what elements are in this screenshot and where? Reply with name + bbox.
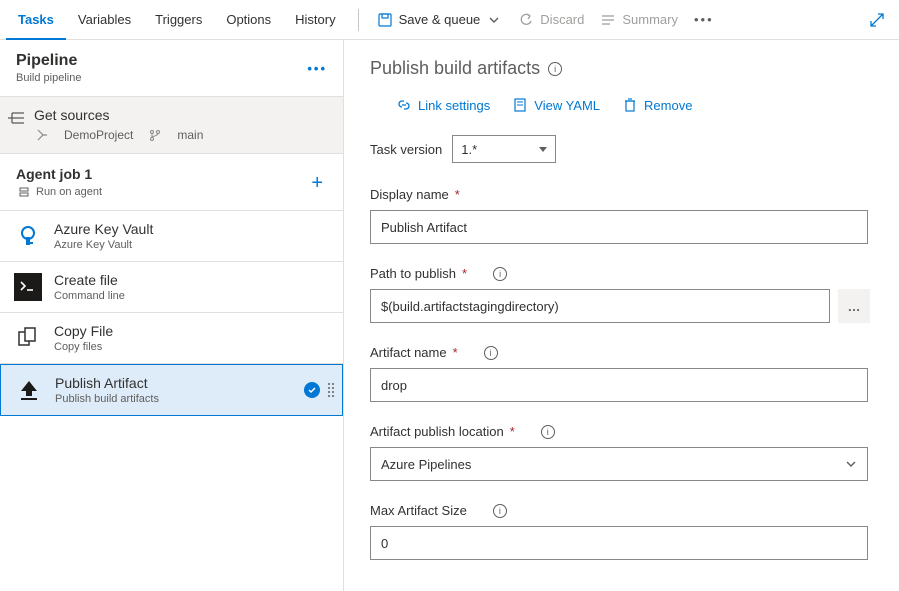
yaml-icon — [512, 97, 528, 113]
tab-options[interactable]: Options — [214, 0, 283, 40]
task-name: Create file — [54, 272, 125, 288]
info-icon[interactable]: i — [493, 504, 507, 518]
display-name-label: Display name — [370, 187, 449, 202]
required-icon: * — [510, 424, 515, 439]
task-version-select[interactable]: 1.* — [452, 135, 556, 163]
task-status-icon — [304, 382, 320, 398]
task-detail-panel: Publish build artifacts i Link settings … — [344, 40, 899, 591]
required-icon: * — [455, 187, 460, 202]
save-queue-button[interactable]: Save & queue — [369, 4, 511, 36]
chevron-down-icon — [845, 458, 857, 470]
view-yaml-button[interactable]: View YAML — [512, 97, 600, 113]
path-input[interactable] — [370, 289, 830, 323]
tab-history[interactable]: History — [283, 0, 347, 40]
task-create-file[interactable]: Create file Command line — [0, 262, 343, 313]
agent-job-header[interactable]: Agent job 1 Run on agent + — [0, 154, 343, 211]
tab-tasks[interactable]: Tasks — [6, 0, 66, 40]
copy-icon — [14, 324, 42, 352]
get-sources-label: Get sources — [34, 107, 327, 123]
task-subtitle: Azure Key Vault — [54, 239, 153, 251]
display-name-input[interactable] — [370, 210, 868, 244]
pipeline-subtitle: Build pipeline — [16, 72, 81, 84]
agent-job-title: Agent job 1 — [16, 166, 102, 182]
undo-icon — [518, 12, 534, 28]
branch-name: main — [177, 128, 203, 142]
info-icon[interactable]: i — [541, 425, 555, 439]
artifact-name-label: Artifact name — [370, 345, 447, 360]
commandline-icon — [14, 273, 42, 301]
task-copy-file[interactable]: Copy File Copy files — [0, 313, 343, 364]
info-icon[interactable]: i — [484, 346, 498, 360]
artifact-name-input[interactable] — [370, 368, 868, 402]
expand-icon — [869, 12, 885, 28]
get-sources-row[interactable]: Get sources DemoProject main — [0, 97, 343, 154]
discard-label: Discard — [540, 12, 584, 27]
drag-handle-icon[interactable] — [328, 383, 330, 397]
tab-variables[interactable]: Variables — [66, 0, 143, 40]
trash-icon — [622, 97, 638, 113]
discard-button: Discard — [510, 4, 592, 36]
tab-triggers[interactable]: Triggers — [143, 0, 214, 40]
pipeline-title: Pipeline — [16, 52, 81, 70]
task-name: Azure Key Vault — [54, 221, 153, 237]
server-icon — [16, 184, 32, 200]
max-size-label: Max Artifact Size — [370, 503, 467, 518]
location-select[interactable]: Azure Pipelines — [370, 447, 868, 481]
task-azure-key-vault[interactable]: Azure Key Vault Azure Key Vault — [0, 211, 343, 262]
repo-name: DemoProject — [64, 128, 133, 142]
task-version-label: Task version — [370, 142, 442, 157]
repo-icon — [34, 127, 50, 143]
save-queue-label: Save & queue — [399, 12, 481, 27]
branch-icon — [147, 127, 163, 143]
pipeline-tree: Pipeline Build pipeline ••• Get sources … — [0, 40, 344, 591]
task-name: Publish Artifact — [55, 375, 159, 391]
summary-icon — [600, 12, 616, 28]
required-icon: * — [453, 345, 458, 360]
task-subtitle: Publish build artifacts — [55, 393, 159, 405]
task-name: Copy File — [54, 323, 113, 339]
fullscreen-button[interactable] — [861, 4, 893, 36]
agent-job-subtitle: Run on agent — [16, 184, 102, 200]
browse-path-button[interactable]: … — [838, 289, 870, 323]
tab-bar: Tasks Variables Triggers Options History… — [0, 0, 899, 40]
remove-button[interactable]: Remove — [622, 97, 692, 113]
info-icon[interactable]: i — [493, 267, 507, 281]
more-button[interactable]: ••• — [686, 4, 722, 36]
summary-button: Summary — [592, 4, 686, 36]
task-subtitle: Copy files — [54, 341, 113, 353]
required-icon: * — [462, 266, 467, 281]
task-subtitle: Command line — [54, 290, 125, 302]
summary-label: Summary — [622, 12, 678, 27]
pipeline-header[interactable]: Pipeline Build pipeline ••• — [0, 40, 343, 97]
max-size-input[interactable] — [370, 526, 868, 560]
detail-title: Publish build artifacts — [370, 58, 540, 79]
task-publish-artifact[interactable]: Publish Artifact Publish build artifacts — [0, 364, 343, 416]
info-icon[interactable]: i — [548, 62, 562, 76]
add-task-button[interactable]: + — [305, 172, 329, 195]
pipeline-more-button[interactable]: ••• — [307, 61, 327, 76]
save-icon — [377, 12, 393, 28]
keyvault-icon — [14, 222, 42, 250]
path-label: Path to publish — [370, 266, 456, 281]
sources-icon — [8, 110, 24, 126]
location-label: Artifact publish location — [370, 424, 504, 439]
link-icon — [396, 97, 412, 113]
chevron-down-icon — [486, 12, 502, 28]
separator — [358, 9, 359, 31]
publish-icon — [15, 376, 43, 404]
link-settings-button[interactable]: Link settings — [396, 97, 490, 113]
